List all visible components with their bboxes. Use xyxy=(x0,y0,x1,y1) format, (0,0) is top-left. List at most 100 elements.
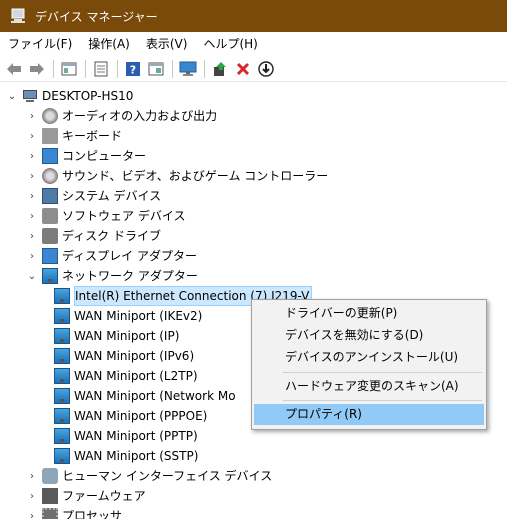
tree-category[interactable]: › オーディオの入力および出力 xyxy=(26,106,217,126)
menu-help[interactable]: ヘルプ(H) xyxy=(195,32,265,56)
context-update-driver[interactable]: ドライバーの更新(P) xyxy=(254,303,484,324)
chevron-right-icon[interactable]: › xyxy=(26,486,38,506)
device-label: WAN Miniport (PPTP) xyxy=(74,429,198,443)
context-separator xyxy=(283,372,482,373)
tree-root[interactable]: ⌄ DESKTOP-HS10 xyxy=(6,86,134,106)
context-uninstall-device[interactable]: デバイスのアンインストール(U) xyxy=(254,347,484,368)
display-adapter-icon xyxy=(42,248,58,264)
network-adapter-icon xyxy=(54,448,70,464)
processor-icon xyxy=(42,508,58,519)
chevron-right-icon[interactable]: › xyxy=(26,186,38,206)
update-driver-icon[interactable] xyxy=(209,58,231,80)
device-label: WAN Miniport (Network Mo xyxy=(74,389,236,403)
device-label: WAN Miniport (IPv6) xyxy=(74,349,195,363)
network-adapter-icon xyxy=(54,428,70,444)
tree-category[interactable]: › キーボード xyxy=(26,126,122,146)
tree-category[interactable]: › プロセッサ xyxy=(26,506,122,519)
chevron-right-icon[interactable]: › xyxy=(26,246,38,266)
software-device-icon xyxy=(42,208,58,224)
properties-panel-icon[interactable] xyxy=(145,58,167,80)
menu-file[interactable]: ファイル(F) xyxy=(0,32,80,56)
menu-view[interactable]: 表示(V) xyxy=(138,32,196,56)
chevron-down-icon[interactable]: ⌄ xyxy=(6,86,18,106)
category-label: ソフトウェア デバイス xyxy=(62,209,186,223)
tree-category[interactable]: › ファームウェア xyxy=(26,486,146,506)
network-device-item[interactable]: WAN Miniport (SSTP) xyxy=(50,446,198,466)
context-properties[interactable]: プロパティ(R) xyxy=(254,404,484,425)
speaker-icon xyxy=(42,108,58,124)
tree-category[interactable]: › ヒューマン インターフェイス デバイス xyxy=(26,466,272,486)
chevron-right-icon[interactable]: › xyxy=(26,126,38,146)
network-device-item[interactable]: WAN Miniport (PPTP) xyxy=(50,426,198,446)
category-label: プロセッサ xyxy=(62,509,123,519)
network-device-item[interactable]: WAN Miniport (IKEv2) xyxy=(50,306,202,326)
network-adapter-icon xyxy=(54,328,70,344)
list-view-icon[interactable] xyxy=(90,58,112,80)
hid-icon xyxy=(42,468,58,484)
toolbar-separator xyxy=(204,59,205,78)
context-menu: ドライバーの更新(P) デバイスを無効にする(D) デバイスのアンインストール(… xyxy=(251,299,487,430)
help-icon[interactable]: ? xyxy=(122,58,144,80)
network-adapter-icon xyxy=(42,268,58,284)
category-label: ディスプレイ アダプター xyxy=(62,249,197,263)
chevron-right-icon[interactable]: › xyxy=(26,206,38,226)
category-label: コンピューター xyxy=(62,149,147,163)
scan-monitor-icon[interactable] xyxy=(177,58,199,80)
network-adapter-icon xyxy=(54,288,70,304)
device-label: WAN Miniport (SSTP) xyxy=(74,449,199,463)
network-device-item[interactable]: WAN Miniport (L2TP) xyxy=(50,366,198,386)
tree-category-network[interactable]: ⌄ ネットワーク アダプター xyxy=(26,266,198,286)
network-device-item[interactable]: WAN Miniport (Network Mo xyxy=(50,386,236,406)
category-label: オーディオの入力および出力 xyxy=(62,109,218,123)
chevron-right-icon[interactable]: › xyxy=(26,506,38,519)
device-label: WAN Miniport (IP) xyxy=(74,329,180,343)
category-label: キーボード xyxy=(62,129,123,143)
disk-drive-icon xyxy=(42,228,58,244)
network-adapter-icon xyxy=(54,388,70,404)
tree-category[interactable]: › ソフトウェア デバイス xyxy=(26,206,185,226)
monitor-icon xyxy=(42,148,58,164)
device-label: WAN Miniport (L2TP) xyxy=(74,369,198,383)
category-label: サウンド、ビデオ、およびゲーム コントローラー xyxy=(62,169,329,183)
chevron-right-icon[interactable]: › xyxy=(26,466,38,486)
firmware-icon xyxy=(42,488,58,504)
tree-root-label: DESKTOP-HS10 xyxy=(42,89,134,103)
tree-category[interactable]: › ディスプレイ アダプター xyxy=(26,246,197,266)
download-arrow-icon[interactable] xyxy=(255,58,277,80)
chevron-right-icon[interactable]: › xyxy=(26,166,38,186)
chevron-right-icon[interactable]: › xyxy=(26,106,38,126)
tree-category[interactable]: › サウンド、ビデオ、およびゲーム コントローラー xyxy=(26,166,328,186)
device-manager-icon xyxy=(9,7,27,25)
title-bar: デバイス マネージャー xyxy=(0,0,507,32)
tree-category[interactable]: › コンピューター xyxy=(26,146,146,166)
tree-category[interactable]: › システム デバイス xyxy=(26,186,161,206)
speaker-icon xyxy=(42,168,58,184)
menu-action[interactable]: 操作(A) xyxy=(80,32,138,56)
device-label: WAN Miniport (PPPOE) xyxy=(74,409,208,423)
network-adapter-icon xyxy=(54,368,70,384)
properties-view-icon[interactable] xyxy=(58,58,80,80)
chevron-right-icon[interactable]: › xyxy=(26,146,38,166)
menu-bar: ファイル(F) 操作(A) 表示(V) ヘルプ(H) xyxy=(0,32,507,56)
category-label: ファームウェア xyxy=(62,489,146,503)
category-label: ディスク ドライブ xyxy=(62,229,161,243)
keyboard-icon xyxy=(42,128,58,144)
uninstall-x-icon[interactable] xyxy=(232,58,254,80)
tree-category[interactable]: › ディスク ドライブ xyxy=(26,226,161,246)
chevron-down-icon[interactable]: ⌄ xyxy=(26,266,38,286)
network-device-item[interactable]: WAN Miniport (IPv6) xyxy=(50,346,194,366)
network-adapter-icon xyxy=(54,348,70,364)
back-arrow-icon[interactable] xyxy=(3,58,25,80)
network-adapter-icon xyxy=(54,308,70,324)
device-label: WAN Miniport (IKEv2) xyxy=(74,309,203,323)
network-device-item[interactable]: WAN Miniport (PPPOE) xyxy=(50,406,207,426)
forward-arrow-icon[interactable] xyxy=(26,58,48,80)
network-device-item[interactable]: WAN Miniport (IP) xyxy=(50,326,179,346)
context-scan-hardware[interactable]: ハードウェア変更のスキャン(A) xyxy=(254,376,484,397)
category-label: システム デバイス xyxy=(62,189,162,203)
toolbar: ? xyxy=(0,56,507,82)
context-separator xyxy=(283,400,482,401)
context-disable-device[interactable]: デバイスを無効にする(D) xyxy=(254,325,484,346)
network-adapter-icon xyxy=(54,408,70,424)
chevron-right-icon[interactable]: › xyxy=(26,226,38,246)
